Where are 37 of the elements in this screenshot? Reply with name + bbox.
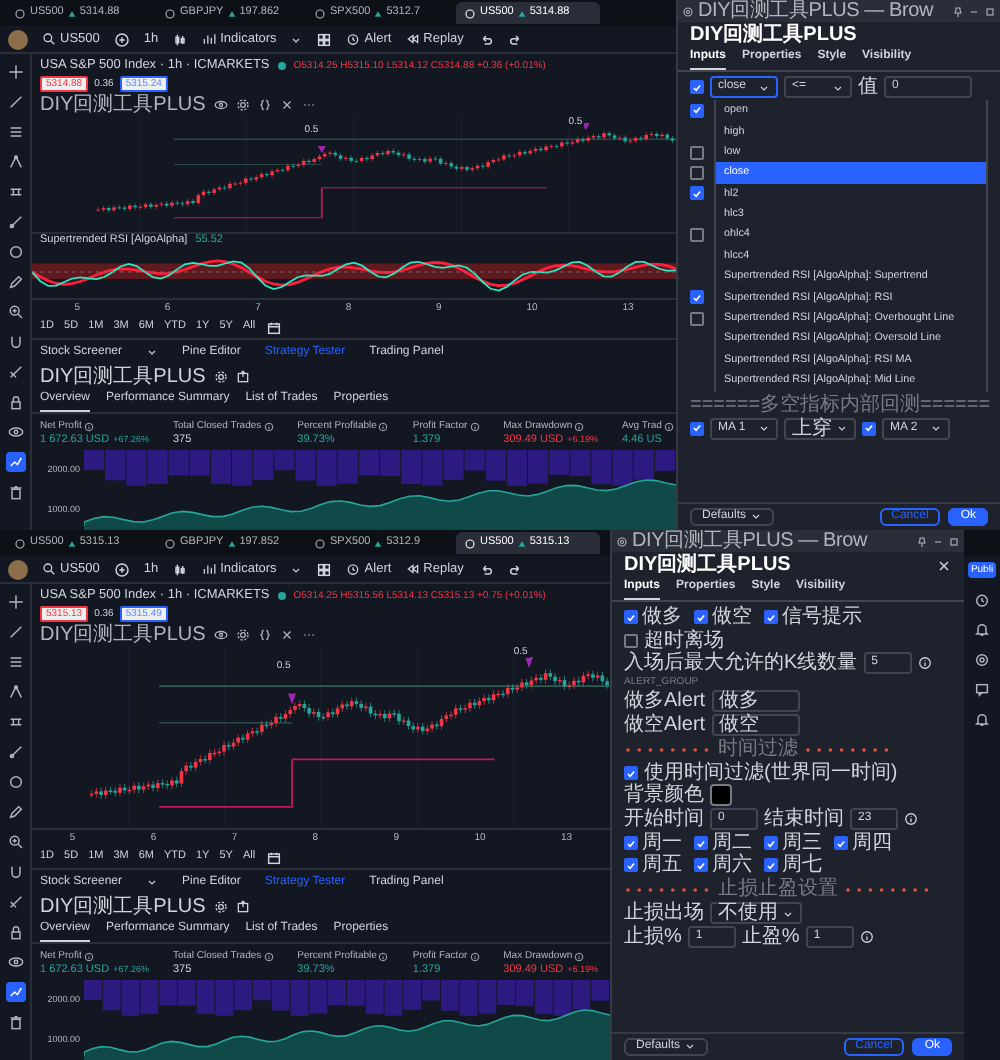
section-label: 时间过滤: [718, 738, 798, 761]
checkbox-label: 周五: [642, 854, 682, 877]
checkbox-label: 周四: [852, 832, 892, 855]
checkbox-label: 做多: [642, 606, 682, 629]
section-heading: ======多空指标内部回测======: [690, 393, 991, 416]
field-label: 值: [858, 76, 878, 99]
field-label: 止损出场: [624, 902, 704, 925]
field-label: 结束时间: [764, 808, 844, 831]
indicator-name: DIY回测工具PLUS: [40, 93, 206, 116]
checkbox-label: 周三: [782, 832, 822, 855]
field-label: 止盈%: [741, 926, 800, 949]
checkbox-label: 周六: [712, 854, 752, 877]
field-label: 开始时间: [624, 808, 704, 831]
window-title: DIY回测工具PLUS — Brow: [698, 0, 934, 22]
field-label: 做多Alert: [624, 690, 706, 713]
indicator-name: DIY回测工具PLUS: [40, 623, 206, 646]
field-label: 做空Alert: [624, 714, 706, 737]
strategy-name: DIY回测工具PLUS: [40, 896, 206, 919]
dropdown[interactable]: 不使用: [710, 902, 802, 925]
window-title: DIY回测工具PLUS — Brow: [632, 530, 868, 552]
section-label: 止损止盈设置: [718, 878, 838, 901]
strategy-name: DIY回测工具PLUS: [40, 366, 206, 389]
checkbox-label: 周一: [642, 832, 682, 855]
checkbox-label: 使用时间过滤(世界同一时间): [644, 762, 898, 785]
checkbox-label: 信号提示: [782, 606, 862, 629]
field-label: 背景颜色: [624, 784, 704, 807]
dialog-title: DIY回测工具PLUS: [690, 24, 857, 46]
checkbox-label: 做空: [712, 606, 752, 629]
checkbox-label: 超时离场: [644, 630, 724, 653]
field-label: 入场后最大允许的K线数量: [624, 652, 858, 675]
checkbox-label: 周七: [782, 854, 822, 877]
input-field[interactable]: 做多: [711, 690, 800, 713]
field-label: 止损%: [624, 926, 682, 949]
input-field[interactable]: 做空: [711, 714, 800, 737]
dropdown[interactable]: 上穿: [784, 417, 856, 440]
dialog-title: DIY回测工具PLUS: [624, 554, 791, 576]
checkbox-label: 周二: [712, 832, 752, 855]
